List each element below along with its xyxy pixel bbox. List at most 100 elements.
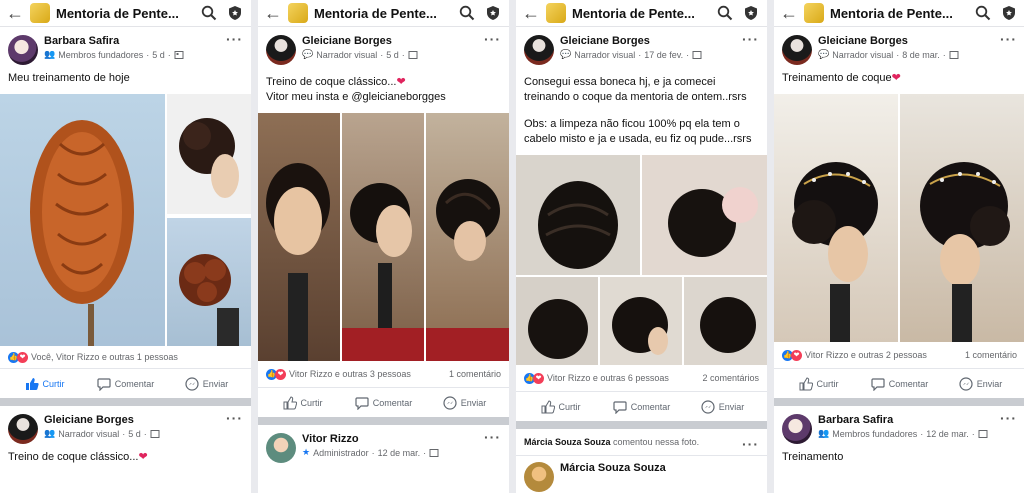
comment-button[interactable]: Comentar bbox=[859, 377, 940, 391]
group-privacy-icon bbox=[429, 448, 439, 458]
send-button[interactable]: Enviar bbox=[940, 376, 1021, 391]
comment-button[interactable]: Comentar bbox=[343, 396, 424, 410]
reactions-summary[interactable]: 👍 ❤ Vitor Rizzo e outras 3 pessoas 1 come… bbox=[258, 361, 509, 387]
more-options-icon[interactable]: ··· bbox=[484, 31, 501, 47]
author-name[interactable]: Gleiciane Borges bbox=[302, 35, 501, 47]
search-icon[interactable] bbox=[199, 3, 219, 23]
shield-icon[interactable] bbox=[483, 3, 503, 23]
group-title[interactable]: Mentoria de Pente... bbox=[572, 6, 709, 21]
group-title[interactable]: Mentoria de Pente... bbox=[830, 6, 967, 21]
reactions-summary[interactable]: 👍 ❤ Vitor Rizzo e outras 6 pessoas 2 come… bbox=[516, 365, 767, 391]
love-reaction-icon: ❤ bbox=[533, 372, 544, 384]
photo[interactable] bbox=[516, 155, 640, 275]
more-options-icon[interactable]: ··· bbox=[742, 31, 759, 47]
photo[interactable] bbox=[642, 155, 767, 275]
author-name[interactable]: Márcia Souza Souza bbox=[560, 462, 759, 474]
more-options-icon[interactable]: ··· bbox=[742, 436, 759, 452]
like-button[interactable]: Curtir bbox=[520, 399, 601, 414]
photo[interactable] bbox=[0, 94, 165, 346]
messenger-icon bbox=[959, 376, 973, 391]
comments-count[interactable]: 1 comentário bbox=[965, 350, 1017, 360]
send-button[interactable]: Enviar bbox=[682, 399, 763, 414]
avatar[interactable] bbox=[8, 35, 38, 65]
comment-button[interactable]: Comentar bbox=[601, 400, 682, 414]
post-photos[interactable] bbox=[0, 94, 251, 346]
post-photos[interactable] bbox=[774, 94, 1024, 342]
post-time[interactable]: 8 de mar. bbox=[902, 50, 940, 60]
reactions-summary[interactable]: 👍 ❤ Vitor Rizzo e outras 2 pessoas 1 come… bbox=[774, 342, 1024, 368]
group-privacy-icon bbox=[692, 50, 702, 60]
post-time[interactable]: 17 de fev. bbox=[644, 50, 683, 60]
post-time[interactable]: 5 d bbox=[386, 50, 399, 60]
search-icon[interactable] bbox=[973, 3, 993, 23]
comment-button[interactable]: Comentar bbox=[85, 377, 166, 391]
avatar[interactable] bbox=[524, 35, 554, 65]
shield-icon[interactable] bbox=[225, 3, 245, 23]
group-avatar[interactable] bbox=[804, 3, 824, 23]
group-title[interactable]: Mentoria de Pente... bbox=[314, 6, 451, 21]
back-arrow-icon[interactable]: ← bbox=[6, 4, 24, 22]
author-name[interactable]: Gleiciane Borges bbox=[818, 35, 1017, 47]
author-name[interactable]: Gleiciane Borges bbox=[44, 414, 243, 426]
avatar[interactable] bbox=[266, 35, 296, 65]
shield-icon[interactable] bbox=[999, 3, 1019, 23]
avatar[interactable] bbox=[782, 414, 812, 444]
photo[interactable] bbox=[342, 113, 424, 361]
post-time[interactable]: 12 de mar. bbox=[378, 448, 421, 458]
send-button[interactable]: Enviar bbox=[166, 376, 247, 391]
activity-user[interactable]: Márcia Souza Souza bbox=[524, 437, 611, 447]
comment-icon bbox=[613, 400, 627, 414]
photo[interactable] bbox=[167, 218, 251, 346]
narrator-icon: 💬 bbox=[818, 49, 830, 59]
search-icon[interactable] bbox=[715, 3, 735, 23]
avatar[interactable] bbox=[524, 462, 554, 492]
photo[interactable] bbox=[426, 113, 509, 361]
photo[interactable] bbox=[774, 94, 898, 342]
photo[interactable] bbox=[258, 113, 340, 361]
author-name[interactable]: Vitor Rizzo bbox=[302, 433, 501, 445]
group-title[interactable]: Mentoria de Pente... bbox=[56, 6, 193, 21]
top-bar: ← Mentoria de Pente... bbox=[258, 0, 509, 27]
comments-count[interactable]: 2 comentários bbox=[702, 373, 759, 383]
reactions-summary[interactable]: 👍 ❤ Você, Vitor Rizzo e outras 1 pessoas bbox=[0, 346, 251, 368]
avatar[interactable] bbox=[266, 433, 296, 463]
photo[interactable] bbox=[900, 94, 1024, 342]
like-button[interactable]: Curtir bbox=[4, 377, 85, 391]
more-options-icon[interactable]: ··· bbox=[226, 410, 243, 426]
back-arrow-icon[interactable]: ← bbox=[780, 4, 798, 22]
post-time[interactable]: 5 d bbox=[152, 50, 165, 60]
post-header: Gleiciane Borges 👥 Narrador visual · 5 d ·… bbox=[0, 406, 251, 444]
photo[interactable] bbox=[167, 94, 251, 214]
post-time[interactable]: 12 de mar. bbox=[926, 429, 969, 439]
shield-icon[interactable] bbox=[741, 3, 761, 23]
send-button[interactable]: Enviar bbox=[424, 395, 505, 410]
reactions-text: Você, Vitor Rizzo e outras 1 pessoas bbox=[31, 352, 178, 362]
back-arrow-icon[interactable]: ← bbox=[264, 4, 282, 22]
photo[interactable] bbox=[600, 277, 682, 365]
more-options-icon[interactable]: ··· bbox=[226, 31, 243, 47]
author-name[interactable]: Barbara Safira bbox=[44, 35, 243, 47]
group-avatar[interactable] bbox=[30, 3, 50, 23]
more-options-icon[interactable]: ··· bbox=[1000, 410, 1017, 426]
love-reaction-icon: ❤ bbox=[275, 368, 286, 380]
heart-emoji: ❤ bbox=[138, 451, 148, 463]
photo[interactable] bbox=[684, 277, 767, 365]
avatar[interactable] bbox=[782, 35, 812, 65]
avatar[interactable] bbox=[8, 414, 38, 444]
comments-count[interactable]: 1 comentário bbox=[449, 369, 501, 379]
search-icon[interactable] bbox=[457, 3, 477, 23]
author-name[interactable]: Gleiciane Borges bbox=[560, 35, 759, 47]
more-options-icon[interactable]: ··· bbox=[1000, 31, 1017, 47]
author-name[interactable]: Barbara Safira bbox=[818, 414, 1017, 426]
like-button[interactable]: Curtir bbox=[262, 395, 343, 410]
post-meta: 💬 Narrador visual · 8 de mar. · bbox=[818, 49, 1017, 60]
more-options-icon[interactable]: ··· bbox=[484, 429, 501, 445]
like-button[interactable]: Curtir bbox=[778, 376, 859, 391]
post-time[interactable]: 5 d bbox=[128, 429, 141, 439]
photo[interactable] bbox=[516, 277, 598, 365]
post-photos[interactable] bbox=[258, 113, 509, 361]
group-avatar[interactable] bbox=[288, 3, 308, 23]
group-avatar[interactable] bbox=[546, 3, 566, 23]
post-photos[interactable] bbox=[516, 155, 767, 365]
back-arrow-icon[interactable]: ← bbox=[522, 4, 540, 22]
